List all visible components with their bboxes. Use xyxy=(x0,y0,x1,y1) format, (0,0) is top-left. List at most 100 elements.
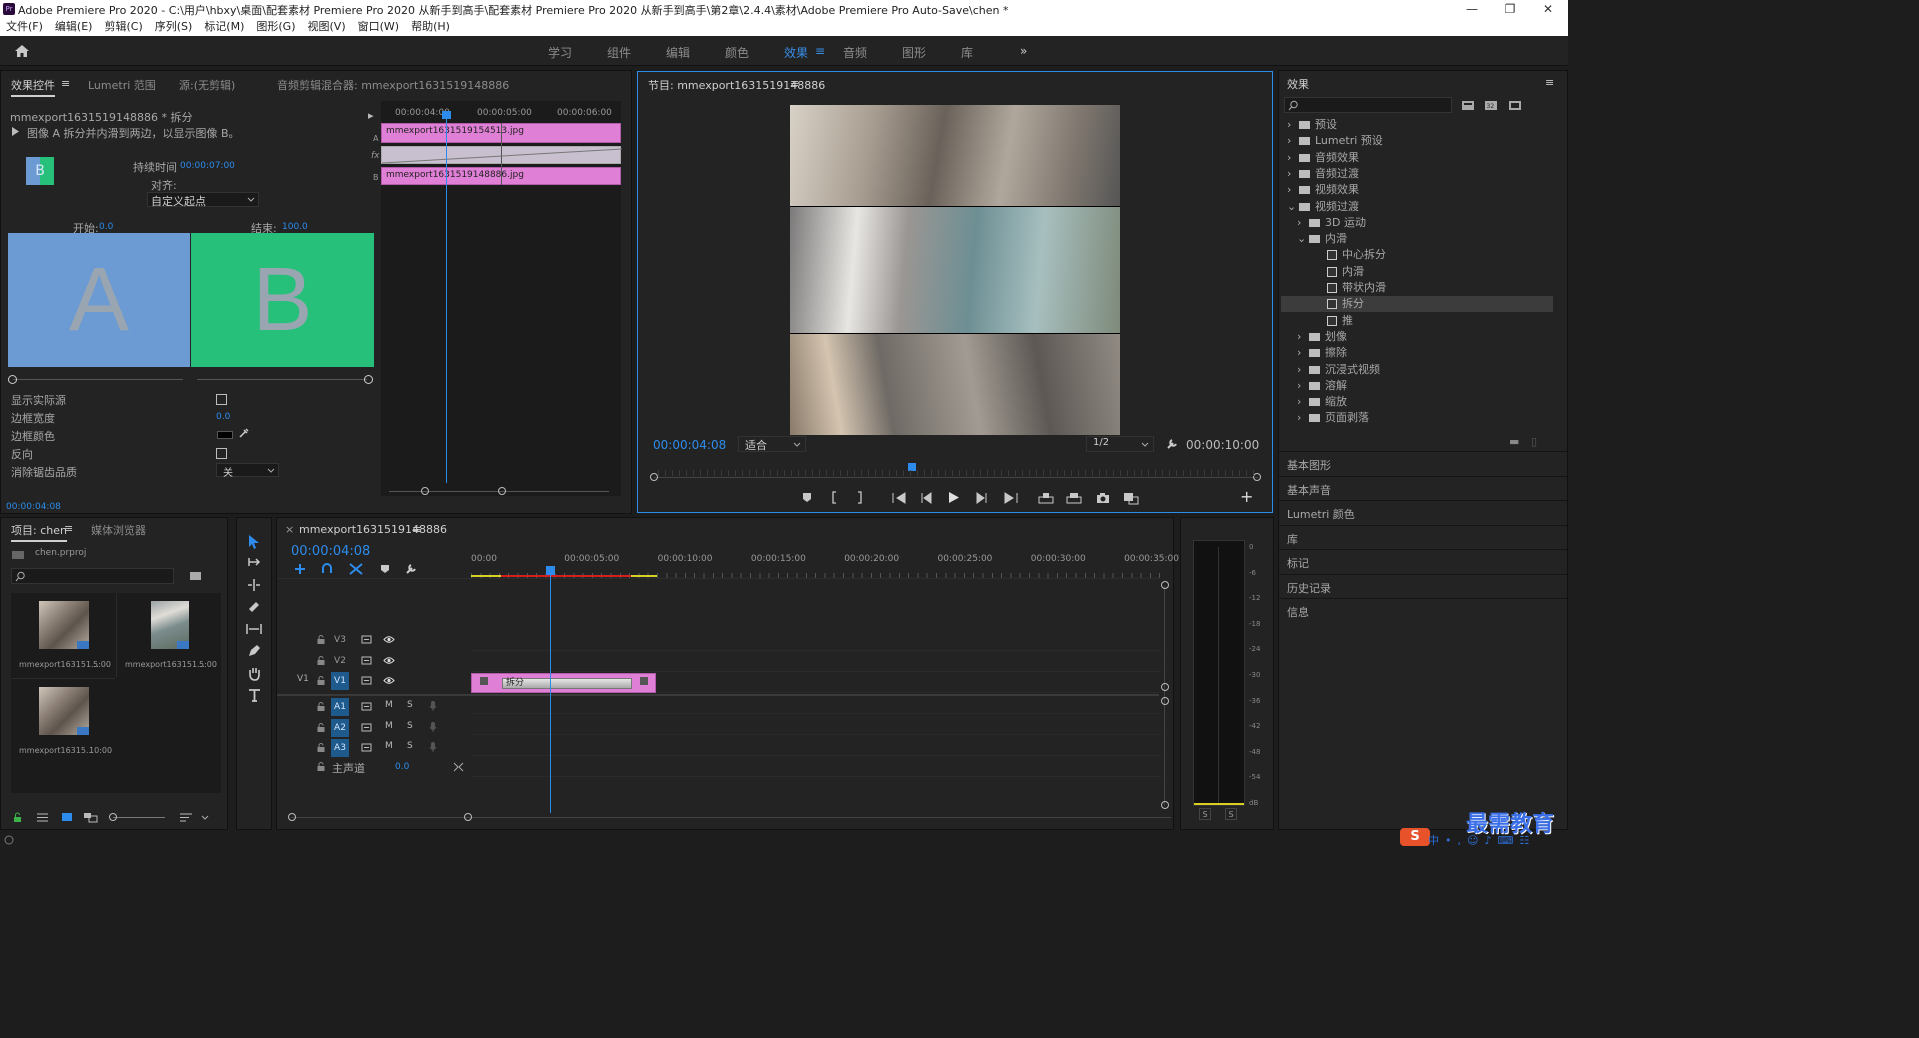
wrench-settings-icon[interactable] xyxy=(1166,438,1178,450)
scrubber-handle-left[interactable] xyxy=(650,473,658,481)
workspace-graphics[interactable]: 图形 xyxy=(902,44,926,61)
resolution-dropdown[interactable]: 1/2 xyxy=(1086,436,1154,452)
fit-dropdown[interactable]: 适合 xyxy=(738,436,806,452)
mute-button[interactable]: M xyxy=(385,741,393,751)
mute-button[interactable]: M xyxy=(385,700,393,710)
effects-tree-item[interactable]: › 3D 运动 xyxy=(1281,215,1553,231)
border-width-value[interactable]: 0.0 xyxy=(216,412,230,422)
project-item[interactable]: mmexport163151... 5:00 xyxy=(11,593,115,677)
panel-section-header[interactable]: Lumetri 颜色 xyxy=(1279,500,1567,524)
workspace-assembly[interactable]: 组件 xyxy=(607,44,631,61)
effects-tree-item[interactable]: 推 xyxy=(1281,313,1553,329)
play-transition-icon[interactable] xyxy=(11,127,20,136)
v-scroll-handle[interactable] xyxy=(1161,581,1169,589)
lock-icon[interactable] xyxy=(317,655,325,666)
step-forward-icon[interactable] xyxy=(976,492,988,504)
track-target[interactable]: A2 xyxy=(331,718,349,737)
nest-toggle-icon[interactable] xyxy=(293,563,307,575)
effects-tree-item[interactable]: 拆分 xyxy=(1281,296,1553,313)
effects-tree-item[interactable]: › 音频过渡 xyxy=(1281,166,1553,182)
menu-sequence[interactable]: 序列(S) xyxy=(155,20,193,33)
lock-icon[interactable] xyxy=(317,702,325,712)
v-scroll-handle[interactable] xyxy=(1161,697,1169,705)
chevron-right-icon[interactable]: › xyxy=(1297,378,1301,394)
sort-icon[interactable] xyxy=(179,812,193,823)
type-tool-icon[interactable] xyxy=(248,688,261,703)
razor-tool-icon[interactable] xyxy=(247,600,261,614)
effects-tree-item[interactable]: ⌄ 视频过渡 xyxy=(1281,199,1553,215)
close-window-button[interactable]: ✕ xyxy=(1528,0,1568,18)
v-scroll-handle[interactable] xyxy=(1161,801,1169,809)
chevron-down-icon[interactable] xyxy=(201,815,209,821)
add-button-icon[interactable]: + xyxy=(1240,487,1253,506)
show-actual-sources-checkbox[interactable] xyxy=(216,394,227,405)
hand-tool-icon[interactable] xyxy=(247,666,261,681)
effects-tree-item[interactable]: › 擦除 xyxy=(1281,345,1553,361)
program-scrubber[interactable] xyxy=(654,477,1258,478)
track-target[interactable]: A1 xyxy=(331,698,349,716)
chevron-right-icon[interactable]: › xyxy=(1287,117,1291,133)
end-slider-handle[interactable] xyxy=(364,375,373,384)
go-to-in-icon[interactable] xyxy=(892,492,906,504)
panel-section-header[interactable]: 标记 xyxy=(1279,549,1567,573)
yuv-effects-icon[interactable] xyxy=(1508,99,1522,111)
effects-tree-item[interactable]: 带状内滑 xyxy=(1281,280,1553,296)
master-volume[interactable]: 0.0 xyxy=(395,762,409,772)
effects-tree-item[interactable]: › 缩放 xyxy=(1281,394,1553,410)
add-marker-icon[interactable] xyxy=(802,492,812,503)
panel-section-header[interactable]: 信息 xyxy=(1279,598,1567,622)
sequence-menu-icon[interactable]: ≡ xyxy=(412,523,421,536)
chevron-right-icon[interactable]: › xyxy=(1297,362,1301,378)
timeline-settings-icon[interactable] xyxy=(405,563,417,575)
microphone-icon[interactable] xyxy=(429,721,437,733)
maximize-button[interactable]: ❐ xyxy=(1490,0,1530,18)
workspace-editing[interactable]: 编辑 xyxy=(666,44,690,61)
master-expand-icon[interactable] xyxy=(453,762,464,772)
chevron-right-icon[interactable]: › xyxy=(1297,410,1301,426)
tab-project[interactable]: 项目: chen xyxy=(11,522,67,542)
menu-clip[interactable]: 剪辑(C) xyxy=(104,20,142,33)
workspace-learning[interactable]: 学习 xyxy=(548,44,572,61)
vertical-scrollbar[interactable] xyxy=(1164,586,1165,806)
menu-help[interactable]: 帮助(H) xyxy=(411,20,450,33)
sync-lock-icon[interactable] xyxy=(361,635,372,644)
menu-view[interactable]: 视图(V) xyxy=(308,20,346,33)
close-sequence-icon[interactable]: × xyxy=(285,523,294,536)
effect-controls-menu-icon[interactable]: ≡ xyxy=(61,77,70,90)
solo-button[interactable]: S xyxy=(407,741,413,751)
v-scroll-handle[interactable] xyxy=(1161,683,1169,691)
workspace-effects[interactable]: 效果 xyxy=(784,44,808,61)
project-item[interactable]: mmexport163151... 5:00 xyxy=(116,593,220,677)
track-target[interactable]: V2 xyxy=(331,652,349,670)
selection-tool-icon[interactable] xyxy=(247,534,261,550)
end-value[interactable]: 100.0 xyxy=(282,222,308,232)
track-select-tool-icon[interactable] xyxy=(246,556,262,570)
project-menu-icon[interactable]: ≡ xyxy=(64,522,73,535)
microphone-icon[interactable] xyxy=(429,700,437,712)
panel-section-header[interactable]: 历史记录 xyxy=(1279,573,1567,598)
effects-tree-item[interactable]: › 页面剥落 xyxy=(1281,410,1553,426)
effects-tree-item[interactable]: › 沉浸式视频 xyxy=(1281,362,1553,378)
home-icon[interactable] xyxy=(14,44,30,58)
tab-lumetri-scopes[interactable]: Lumetri 范围 xyxy=(88,77,156,93)
track-target[interactable]: V1 xyxy=(331,672,349,690)
menu-marker[interactable]: 标记(M) xyxy=(204,20,244,33)
eye-icon[interactable] xyxy=(383,656,395,665)
comparison-view-icon[interactable] xyxy=(1123,492,1139,505)
collapse-arrow-icon[interactable]: ▸ xyxy=(368,109,374,122)
program-monitor-menu-icon[interactable]: ≡ xyxy=(790,77,799,90)
lock-icon[interactable] xyxy=(13,812,22,823)
source-patch[interactable]: V1 xyxy=(297,674,309,684)
effects-tree-item[interactable]: 内滑 xyxy=(1281,264,1553,280)
mini-zoom-handle-right[interactable] xyxy=(498,487,506,495)
lift-icon[interactable] xyxy=(1038,492,1054,504)
chevron-right-icon[interactable]: › xyxy=(1297,215,1301,231)
transition-on-clip[interactable]: 拆分 xyxy=(502,678,632,689)
tab-media-browser[interactable]: 媒体浏览器 xyxy=(91,522,146,538)
solo-right-button[interactable]: S xyxy=(1225,808,1237,820)
slip-tool-icon[interactable] xyxy=(245,622,263,636)
sync-lock-icon[interactable] xyxy=(361,656,372,665)
chevron-right-icon[interactable]: › xyxy=(1297,329,1301,345)
solo-button[interactable]: S xyxy=(407,700,413,710)
sequence-tab[interactable]: mmexport1631519148886 xyxy=(299,523,447,536)
